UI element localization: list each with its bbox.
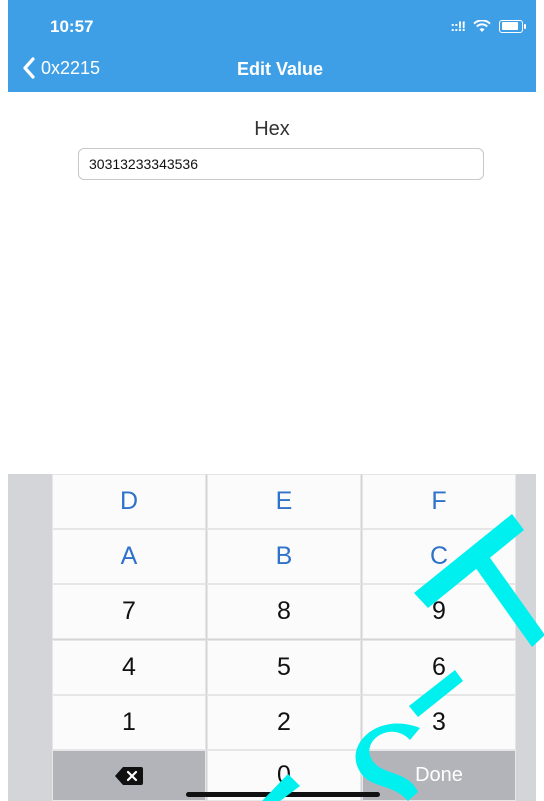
key-9[interactable]: 9 [362,584,516,639]
backspace-icon [115,766,143,785]
status-icons: ::!! [450,18,526,34]
hex-keyboard: D E F A B C 7 8 9 4 5 6 1 2 3 0 Done [8,474,536,801]
key-c[interactable]: C [362,529,516,584]
key-7[interactable]: 7 [52,584,206,639]
key-6[interactable]: 6 [362,640,516,695]
key-d[interactable]: D [52,474,206,529]
battery-icon [499,19,523,33]
cellular-signal-icon: ::!! [450,18,466,34]
key-2[interactable]: 2 [207,695,361,750]
key-e[interactable]: E [207,474,361,529]
page-title: Edit Value [236,59,324,79]
battery-tip-icon [524,23,526,29]
key-b[interactable]: B [207,529,361,584]
nav-header: 10:57 ::!! 0x2215 Edit Value [8,0,536,92]
key-4[interactable]: 4 [52,640,206,695]
key-f[interactable]: F [362,474,516,529]
wifi-icon [473,19,491,32]
hex-value-input[interactable] [78,148,484,180]
delete-key[interactable] [52,750,206,801]
home-indicator [186,792,380,797]
hex-field-label: Hex [254,118,290,140]
key-8[interactable]: 8 [207,584,361,639]
key-3[interactable]: 3 [362,695,516,750]
status-time: 10:57 [50,17,94,36]
key-1[interactable]: 1 [52,695,206,750]
done-button[interactable]: Done [362,750,516,801]
key-a[interactable]: A [52,529,206,584]
key-5[interactable]: 5 [207,640,361,695]
